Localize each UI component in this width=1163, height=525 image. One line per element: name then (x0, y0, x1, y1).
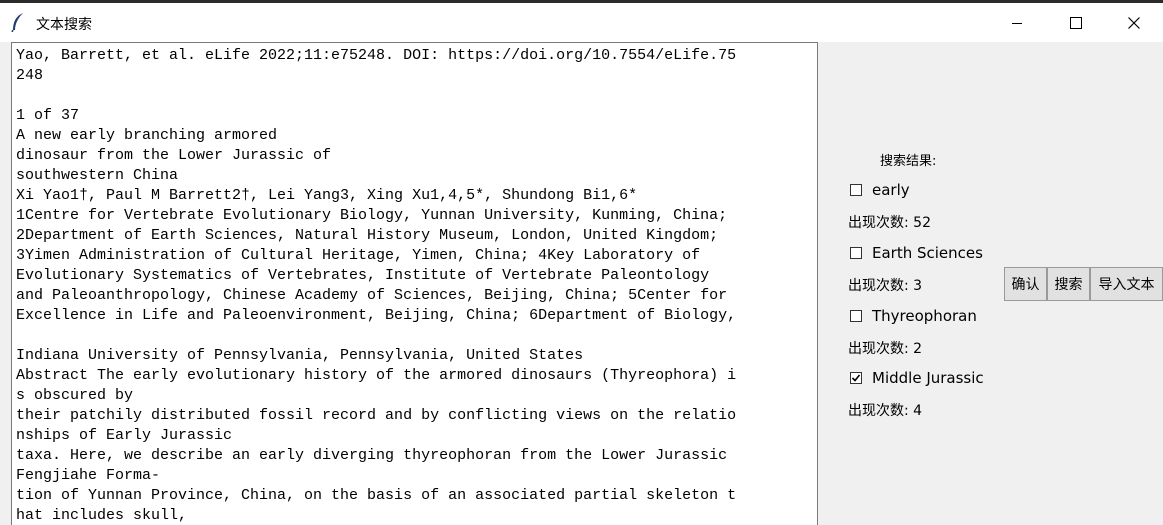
occurrence-count: 出现次数: 4 (848, 403, 923, 419)
checkbox[interactable] (850, 372, 862, 384)
checkbox[interactable] (850, 247, 862, 259)
checkbox[interactable] (850, 310, 862, 322)
occurrence-count: 出现次数: 3 (848, 278, 923, 294)
checkmark-icon (851, 373, 861, 383)
import-text-button[interactable]: 导入文本 (1090, 267, 1163, 301)
result-term: early (872, 181, 910, 199)
feather-icon (10, 12, 26, 33)
result-checkbox-middle-jurassic[interactable]: Middle Jurassic (850, 368, 984, 388)
result-checkbox-earth-sciences[interactable]: Earth Sciences (850, 243, 983, 263)
result-checkbox-early[interactable]: early (850, 180, 910, 200)
search-results-label: 搜索结果: (880, 154, 937, 169)
occurrence-count: 出现次数: 52 (848, 215, 931, 231)
search-button[interactable]: 搜索 (1047, 267, 1090, 301)
document-text: Yao, Barrett, et al. eLife 2022;11:e7524… (16, 47, 737, 524)
occurrence-count: 出现次数: 2 (848, 341, 923, 357)
title-bar: 文本搜索 (0, 3, 1163, 42)
maximize-button[interactable] (1047, 3, 1105, 42)
window-title: 文本搜索 (36, 17, 92, 33)
result-checkbox-thyreophoran[interactable]: Thyreophoran (850, 306, 977, 326)
result-term: Earth Sciences (872, 244, 983, 262)
result-term: Thyreophoran (872, 307, 977, 325)
confirm-button[interactable]: 确认 (1004, 267, 1047, 301)
minimize-button[interactable] (988, 3, 1046, 42)
result-term: Middle Jurassic (872, 369, 984, 387)
text-content-area[interactable]: Yao, Barrett, et al. eLife 2022;11:e7524… (11, 42, 818, 525)
close-button[interactable] (1105, 3, 1163, 42)
checkbox[interactable] (850, 184, 862, 196)
